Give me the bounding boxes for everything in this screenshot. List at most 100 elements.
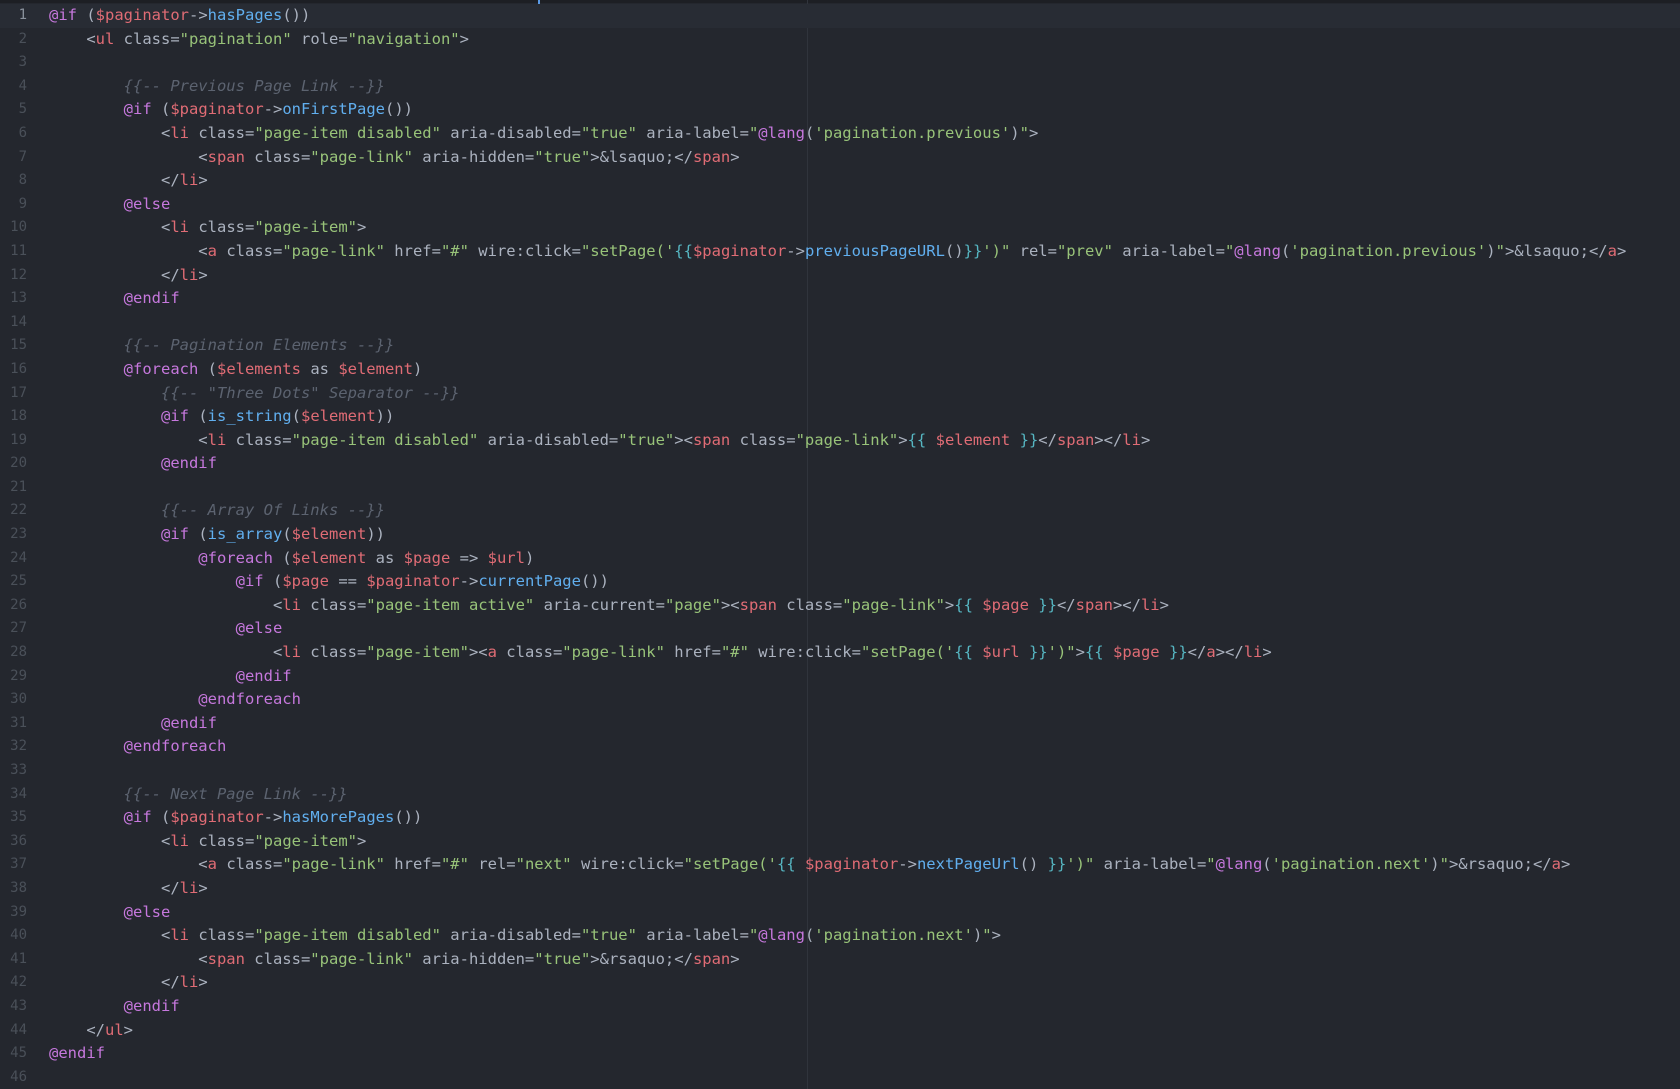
line-code[interactable]: <li class="page-item disabled" aria-disa…	[49, 122, 1038, 146]
code-lines[interactable]: 1 @if ($paginator->hasPages()) 2 <ul class…	[0, 4, 1680, 1089]
code-line[interactable]: 15 {{-- Pagination Elements --}}	[0, 334, 1680, 358]
code-line[interactable]: 25 @if ($page == $paginator->currentPage…	[0, 570, 1680, 594]
code-line[interactable]: 26 <li class="page-item active" aria-cur…	[0, 594, 1680, 618]
code-line[interactable]: 41 <span class="page-link" aria-hidden="…	[0, 948, 1680, 972]
code-line[interactable]: 33	[0, 759, 1680, 783]
line-code[interactable]: @if ($paginator->onFirstPage())	[49, 98, 413, 122]
code-token: "#"	[440, 855, 469, 874]
code-line[interactable]: 19 <li class="page-item disabled" aria-d…	[0, 429, 1680, 453]
line-code[interactable]: @endif	[49, 287, 180, 311]
code-line[interactable]: 31 @endif	[0, 712, 1680, 736]
line-code[interactable]: @endif	[49, 995, 180, 1019]
line-code[interactable]: <li class="page-item disabled" aria-disa…	[49, 924, 1001, 948]
code-line[interactable]: 29 @endif	[0, 665, 1680, 689]
code-token: >	[198, 878, 208, 897]
line-code[interactable]: {{-- "Three Dots" Separator --}}	[49, 382, 460, 406]
code-line[interactable]: 40 <li class="page-item disabled" aria-d…	[0, 924, 1680, 948]
code-token: @else	[49, 194, 171, 213]
code-line[interactable]: 5 @if ($paginator->onFirstPage())	[0, 98, 1680, 122]
code-line[interactable]: 30 @endforeach	[0, 688, 1680, 712]
code-line[interactable]: 7 <span class="page-link" aria-hidden="t…	[0, 146, 1680, 170]
code-line[interactable]: 20 @endif	[0, 452, 1680, 476]
code-line[interactable]: 1 @if ($paginator->hasPages())	[0, 4, 1680, 28]
line-code[interactable]: @else	[49, 901, 171, 925]
code-token: span	[207, 147, 245, 166]
code-line[interactable]: 45 @endif	[0, 1042, 1680, 1066]
line-code[interactable]: <li class="page-item"><a class="page-lin…	[49, 641, 1272, 665]
code-line[interactable]: 42 </li>	[0, 971, 1680, 995]
line-code[interactable]: @else	[49, 617, 283, 641]
line-code[interactable]: @else	[49, 193, 171, 217]
code-line[interactable]: 11 <a class="page-link" href="#" wire:cl…	[0, 240, 1680, 264]
line-code[interactable]: </li>	[49, 264, 208, 288]
code-line[interactable]: 6 <li class="page-item disabled" aria-di…	[0, 122, 1680, 146]
code-token: "setPage('	[860, 643, 955, 662]
code-line[interactable]: 38 </li>	[0, 877, 1680, 901]
line-code[interactable]: <a class="page-link" href="#" wire:click…	[49, 240, 1626, 264]
code-line[interactable]: 34 {{-- Next Page Link --}}	[0, 783, 1680, 807]
line-code[interactable]: {{-- Pagination Elements --}}	[49, 334, 395, 358]
code-line[interactable]: 9 @else	[0, 193, 1680, 217]
code-token: "prev"	[1056, 241, 1113, 260]
code-line[interactable]: 28 <li class="page-item"><a class="page-…	[0, 641, 1680, 665]
line-code[interactable]: @endforeach	[49, 688, 301, 712]
line-code[interactable]: @endif	[49, 1042, 105, 1066]
code-line[interactable]: 18 @if (is_string($element))	[0, 405, 1680, 429]
line-code[interactable]: <a class="page-link" href="#" rel="next"…	[49, 853, 1570, 877]
line-code[interactable]: <li class="page-item">	[49, 216, 366, 240]
line-code[interactable]: @endforeach	[49, 735, 227, 759]
code-line[interactable]: 8 </li>	[0, 169, 1680, 193]
line-code[interactable]: <span class="page-link" aria-hidden="tru…	[49, 146, 739, 170]
code-line[interactable]: 43 @endif	[0, 995, 1680, 1019]
code-line[interactable]: 2 <ul class="pagination" role="navigatio…	[0, 28, 1680, 52]
line-code[interactable]: @if ($page == $paginator->currentPage())	[49, 570, 609, 594]
code-line[interactable]: 17 {{-- "Three Dots" Separator --}}	[0, 382, 1680, 406]
code-line[interactable]: 37 <a class="page-link" href="#" rel="ne…	[0, 853, 1680, 877]
line-code[interactable]: @endif	[49, 452, 217, 476]
code-token: "page-item"	[254, 831, 357, 850]
code-line[interactable]: 4 {{-- Previous Page Link --}}	[0, 75, 1680, 99]
line-code[interactable]: @foreach ($element as $page => $url)	[49, 547, 534, 571]
line-code[interactable]: </li>	[49, 877, 208, 901]
code-token: li	[1243, 643, 1263, 662]
code-line[interactable]: 27 @else	[0, 617, 1680, 641]
code-line[interactable]: 46	[0, 1066, 1680, 1089]
code-token: "setPage('	[683, 855, 777, 874]
line-code[interactable]: <span class="page-link" aria-hidden="tru…	[49, 948, 739, 972]
code-line[interactable]: 14	[0, 311, 1680, 335]
code-line[interactable]: 24 @foreach ($element as $page => $url)	[0, 547, 1680, 571]
line-code[interactable]: {{-- Previous Page Link --}}	[49, 75, 385, 99]
code-line[interactable]: 36 <li class="page-item">	[0, 830, 1680, 854]
code-line[interactable]: 35 @if ($paginator->hasMorePages())	[0, 806, 1680, 830]
line-code[interactable]: {{-- Array Of Links --}}	[49, 499, 385, 523]
line-code[interactable]: @if (is_array($element))	[49, 523, 385, 547]
line-code[interactable]: @foreach ($elements as $element)	[49, 358, 423, 382]
code-line[interactable]: 12 </li>	[0, 264, 1680, 288]
code-line[interactable]: 16 @foreach ($elements as $element)	[0, 358, 1680, 382]
code-line[interactable]: 3	[0, 51, 1680, 75]
line-code[interactable]: @endif	[49, 712, 217, 736]
line-code[interactable]: </ul>	[49, 1019, 133, 1043]
line-code[interactable]: @if ($paginator->hasPages())	[49, 4, 310, 28]
code-editor[interactable]: 1 @if ($paginator->hasPages()) 2 <ul class…	[0, 0, 1680, 1089]
line-code[interactable]: <li class="page-item disabled" aria-disa…	[49, 429, 1150, 453]
line-code[interactable]: @if ($paginator->hasMorePages())	[49, 806, 423, 830]
code-line[interactable]: 13 @endif	[0, 287, 1680, 311]
line-code[interactable]: @endif	[49, 665, 292, 689]
line-code[interactable]: <li class="page-item active" aria-curren…	[49, 594, 1169, 618]
code-line[interactable]: 10 <li class="page-item">	[0, 216, 1680, 240]
line-code[interactable]: <li class="page-item">	[49, 830, 366, 854]
code-line[interactable]: 23 @if (is_array($element))	[0, 523, 1680, 547]
code-token: as	[366, 548, 404, 567]
line-code[interactable]: @if (is_string($element))	[49, 405, 394, 429]
line-code[interactable]: <ul class="pagination" role="navigation"…	[49, 28, 469, 52]
line-code[interactable]: </li>	[49, 169, 208, 193]
code-line[interactable]: 22 {{-- Array Of Links --}}	[0, 499, 1680, 523]
code-line[interactable]: 32 @endforeach	[0, 735, 1680, 759]
code-token: ->	[786, 241, 805, 260]
code-line[interactable]: 21	[0, 476, 1680, 500]
code-line[interactable]: 44 </ul>	[0, 1019, 1680, 1043]
line-code[interactable]: </li>	[49, 971, 208, 995]
line-code[interactable]: {{-- Next Page Link --}}	[49, 783, 348, 807]
code-line[interactable]: 39 @else	[0, 901, 1680, 925]
